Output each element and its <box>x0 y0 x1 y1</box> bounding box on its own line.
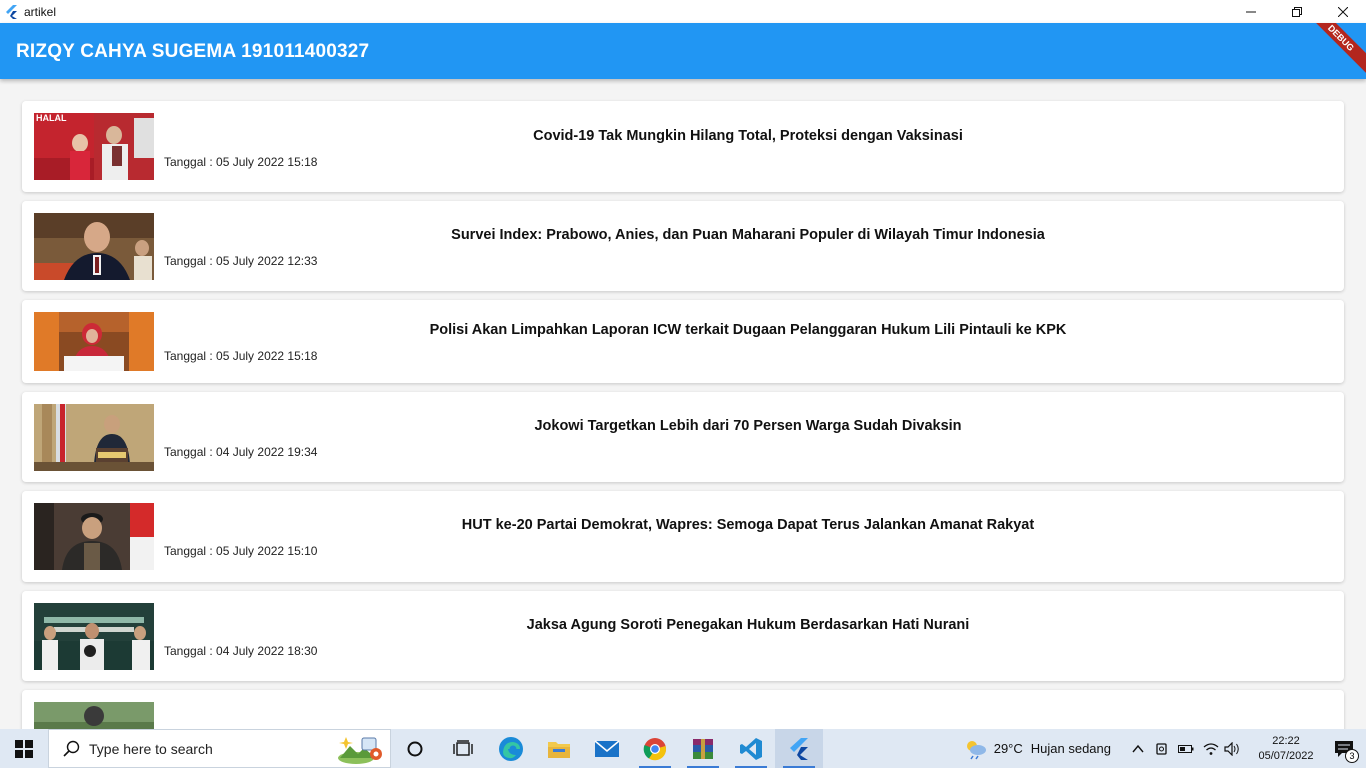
edge-icon <box>499 736 523 761</box>
article-card[interactable]: Jokowi Targetkan Lebih dari 70 Persen Wa… <box>22 392 1344 482</box>
article-date: Tanggal : 05 July 2022 15:18 <box>164 155 318 169</box>
article-card[interactable] <box>22 690 1344 729</box>
battery-icon[interactable] <box>1178 743 1194 755</box>
wifi-icon[interactable] <box>1203 742 1219 756</box>
article-date: Tanggal : 04 July 2022 18:30 <box>164 644 318 658</box>
window-title: artikel <box>24 4 57 19</box>
start-button[interactable] <box>0 729 48 768</box>
mail-button[interactable] <box>583 729 631 768</box>
article-date: Tanggal : 05 July 2022 15:10 <box>164 544 318 558</box>
thumbnail-caption: HALAL <box>36 113 67 123</box>
article-list[interactable]: HALAL Covid-19 Tak Mungkin Hilang Total,… <box>0 79 1366 729</box>
edge-taskbar-button[interactable] <box>487 729 535 768</box>
close-button[interactable] <box>1320 0 1366 23</box>
article-title: HUT ke-20 Partai Demokrat, Wapres: Semog… <box>461 517 1035 533</box>
mail-icon <box>594 739 620 757</box>
app-bar: RIZQY CAHYA SUGEMA 191011400327 DEBUG <box>0 23 1366 79</box>
search-icon <box>63 740 80 757</box>
article-card[interactable]: HUT ke-20 Partai Demokrat, Wapres: Semog… <box>22 491 1344 582</box>
article-thumbnail <box>34 503 154 570</box>
taskbar-clock[interactable]: 22:22 05/07/2022 <box>1250 734 1322 764</box>
article-title: Covid-19 Tak Mungkin Hilang Total, Prote… <box>533 128 963 144</box>
article-date: Tanggal : 05 July 2022 12:33 <box>164 254 318 268</box>
minimize-icon <box>1246 11 1256 12</box>
winrar-taskbar-button[interactable] <box>679 729 727 768</box>
winrar-icon <box>693 738 713 759</box>
cortana-icon <box>407 741 423 756</box>
vscode-taskbar-button[interactable] <box>727 729 775 768</box>
notification-count-badge: 3 <box>1345 749 1359 763</box>
article-title: Jaksa Agung Soroti Penegakan Hukum Berda… <box>526 617 970 633</box>
article-card[interactable]: HALAL Covid-19 Tak Mungkin Hilang Total,… <box>22 101 1344 192</box>
flutter-icon <box>790 737 808 760</box>
article-date: Tanggal : 05 July 2022 15:18 <box>164 349 318 363</box>
windows-icon <box>15 739 33 758</box>
article-title: Polisi Akan Limpahkan Laporan ICW terkai… <box>429 322 1067 338</box>
debug-banner: DEBUG <box>1297 23 1366 79</box>
article-card[interactable]: Survei Index: Prabowo, Anies, dan Puan M… <box>22 201 1344 291</box>
volume-icon[interactable] <box>1224 741 1242 756</box>
window-titlebar: artikel <box>0 0 1366 23</box>
article-thumbnail <box>34 404 154 471</box>
clock-time: 22:22 <box>1272 734 1300 747</box>
article-date: Tanggal : 04 July 2022 19:34 <box>164 445 318 459</box>
task-view-button[interactable] <box>439 729 487 768</box>
article-thumbnail <box>34 702 154 729</box>
chrome-icon <box>643 737 667 760</box>
chrome-taskbar-button[interactable] <box>631 729 679 768</box>
article-thumbnail <box>34 603 154 670</box>
meet-now-icon[interactable] <box>1155 741 1169 757</box>
article-title: Jokowi Targetkan Lebih dari 70 Persen Wa… <box>534 418 962 434</box>
search-highlight-icon <box>338 737 382 764</box>
taskbar: Type here to search 29°C Hujan sedang 22… <box>0 729 1366 768</box>
system-tray: 29°C Hujan sedang 22:22 05/07/2022 3 <box>964 729 1366 768</box>
app-bar-title: RIZQY CAHYA SUGEMA 191011400327 <box>16 41 370 62</box>
clock-date: 05/07/2022 <box>1258 749 1314 762</box>
task-view-icon <box>453 739 473 756</box>
cortana-button[interactable] <box>391 729 439 768</box>
weather-temperature[interactable]: 29°C <box>994 741 1023 756</box>
article-thumbnail <box>34 213 154 280</box>
weather-icon[interactable] <box>964 738 988 760</box>
flutter-app-taskbar-button[interactable] <box>775 729 823 768</box>
minimize-button[interactable] <box>1228 0 1274 23</box>
weather-description[interactable]: Hujan sedang <box>1031 741 1111 756</box>
article-title: Survei Index: Prabowo, Anies, dan Puan M… <box>451 227 1045 243</box>
notification-center-button[interactable]: 3 <box>1322 729 1366 768</box>
article-thumbnail <box>34 312 154 371</box>
chevron-up-icon[interactable] <box>1131 742 1145 756</box>
article-card[interactable]: Jaksa Agung Soroti Penegakan Hukum Berda… <box>22 591 1344 681</box>
article-card[interactable]: Polisi Akan Limpahkan Laporan ICW terkai… <box>22 300 1344 383</box>
file-explorer-button[interactable] <box>535 729 583 768</box>
taskbar-search-box[interactable]: Type here to search <box>48 729 391 768</box>
close-icon <box>1338 6 1348 17</box>
flutter-icon <box>6 4 17 19</box>
folder-icon <box>548 741 570 758</box>
search-placeholder: Type here to search <box>89 740 213 757</box>
restore-button[interactable] <box>1274 0 1320 23</box>
vscode-icon <box>740 737 762 760</box>
article-thumbnail: HALAL <box>34 113 154 180</box>
restore-icon <box>1292 6 1302 17</box>
